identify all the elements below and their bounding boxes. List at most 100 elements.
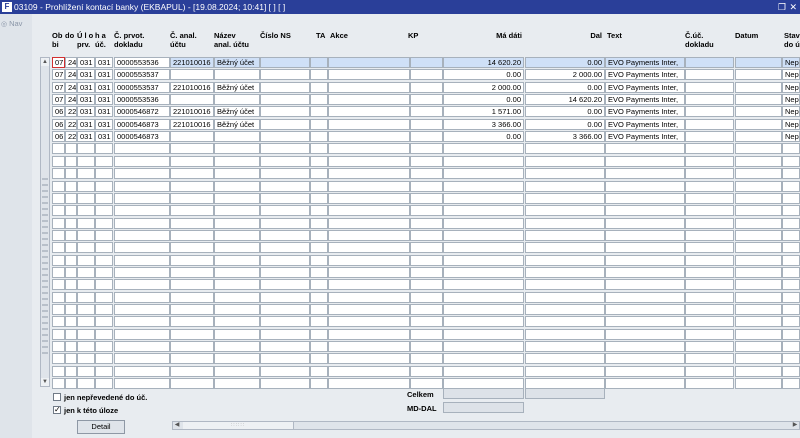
- cell-ta[interactable]: [310, 353, 328, 365]
- cell-akce[interactable]: [328, 106, 410, 118]
- cell-ha[interactable]: [95, 242, 113, 254]
- cell-cprvot[interactable]: [114, 279, 170, 291]
- cell-nazev[interactable]: [214, 180, 260, 192]
- cell-canal[interactable]: [170, 143, 214, 155]
- cell-ta[interactable]: [310, 254, 328, 266]
- cell-ulo[interactable]: [77, 242, 95, 254]
- cell-cislons[interactable]: [260, 378, 310, 390]
- cell-akce[interactable]: [328, 229, 410, 241]
- cell-ob[interactable]: [52, 143, 65, 155]
- cell-madati[interactable]: [443, 254, 524, 266]
- cell-nazev[interactable]: [214, 205, 260, 217]
- cell-do[interactable]: [65, 205, 77, 217]
- cell-cislons[interactable]: [260, 155, 310, 167]
- cell-ha[interactable]: 031: [95, 57, 113, 68]
- cell-ulo[interactable]: [77, 180, 95, 192]
- cell-canal[interactable]: [170, 279, 214, 291]
- cell-kp[interactable]: [410, 192, 443, 204]
- cell-ob[interactable]: [52, 341, 65, 353]
- cell-ob[interactable]: [52, 304, 65, 315]
- cell-do[interactable]: 24: [65, 69, 77, 81]
- cell-madati[interactable]: 3 366.00: [443, 118, 524, 130]
- cell-text[interactable]: [605, 291, 685, 303]
- cell-madati[interactable]: [443, 328, 524, 340]
- cell-nazev[interactable]: [214, 192, 260, 204]
- cell-ta[interactable]: [310, 106, 328, 118]
- cell-datum[interactable]: [735, 328, 782, 340]
- cell-dal[interactable]: [525, 328, 605, 340]
- cell-kp[interactable]: [410, 266, 443, 278]
- cell-ob[interactable]: [52, 254, 65, 266]
- cell-madati[interactable]: [443, 155, 524, 167]
- cell-do[interactable]: [65, 168, 77, 180]
- cell-nazev[interactable]: Běžný účet: [214, 81, 260, 93]
- cell-canal[interactable]: 221010016: [170, 57, 214, 68]
- cell-nazev[interactable]: [214, 378, 260, 390]
- cell-cuc[interactable]: [685, 192, 734, 204]
- cell-akce[interactable]: [328, 304, 410, 315]
- cell-ulo[interactable]: [77, 266, 95, 278]
- cell-stav[interactable]: [782, 168, 800, 180]
- cell-text[interactable]: [605, 304, 685, 315]
- cell-ha[interactable]: [95, 180, 113, 192]
- cell-datum[interactable]: [735, 94, 782, 106]
- cell-stav[interactable]: [782, 254, 800, 266]
- cell-ha[interactable]: 031: [95, 118, 113, 130]
- cell-datum[interactable]: [735, 266, 782, 278]
- cell-cuc[interactable]: [685, 180, 734, 192]
- scroll-thumb[interactable]: ::::::: [183, 422, 294, 429]
- cell-datum[interactable]: [735, 57, 782, 68]
- cell-madati[interactable]: [443, 353, 524, 365]
- cell-cislons[interactable]: [260, 266, 310, 278]
- cell-do[interactable]: [65, 279, 77, 291]
- cell-dal[interactable]: [525, 242, 605, 254]
- cell-madati[interactable]: [443, 192, 524, 204]
- cell-cuc[interactable]: [685, 242, 734, 254]
- cell-stav[interactable]: [782, 353, 800, 365]
- cell-ta[interactable]: [310, 81, 328, 93]
- cell-do[interactable]: [65, 143, 77, 155]
- cell-kp[interactable]: [410, 242, 443, 254]
- cell-nazev[interactable]: [214, 229, 260, 241]
- cell-akce[interactable]: [328, 143, 410, 155]
- cell-nazev[interactable]: [214, 353, 260, 365]
- cell-ha[interactable]: 031: [95, 69, 113, 81]
- cell-datum[interactable]: [735, 81, 782, 93]
- cell-ha[interactable]: [95, 217, 113, 229]
- cell-cprvot[interactable]: [114, 229, 170, 241]
- cell-cprvot[interactable]: [114, 316, 170, 328]
- cell-cislons[interactable]: [260, 291, 310, 303]
- cell-cprvot[interactable]: 0000546873: [114, 118, 170, 130]
- cell-cprvot[interactable]: [114, 192, 170, 204]
- cell-ha[interactable]: [95, 205, 113, 217]
- cell-madati[interactable]: [443, 143, 524, 155]
- cell-datum[interactable]: [735, 69, 782, 81]
- cell-ob[interactable]: [52, 168, 65, 180]
- cell-text[interactable]: EVO Payments Inter,: [605, 81, 685, 93]
- cell-akce[interactable]: [328, 168, 410, 180]
- cell-kp[interactable]: [410, 291, 443, 303]
- cell-dal[interactable]: 2 000.00: [525, 69, 605, 81]
- cell-ulo[interactable]: 031: [77, 131, 95, 143]
- cell-ha[interactable]: [95, 254, 113, 266]
- scroll-down-icon[interactable]: ▼: [41, 378, 49, 386]
- cell-dal[interactable]: 0.00: [525, 106, 605, 118]
- cell-ob[interactable]: 07: [52, 94, 65, 106]
- cell-ta[interactable]: [310, 266, 328, 278]
- cell-dal[interactable]: [525, 341, 605, 353]
- cell-canal[interactable]: [170, 155, 214, 167]
- cell-stav[interactable]: [782, 242, 800, 254]
- cell-ob[interactable]: 07: [52, 57, 65, 68]
- cell-nazev[interactable]: [214, 279, 260, 291]
- cell-ta[interactable]: [310, 118, 328, 130]
- cell-stav[interactable]: Nep: [782, 106, 800, 118]
- cell-madati[interactable]: [443, 229, 524, 241]
- cell-datum[interactable]: [735, 316, 782, 328]
- cell-stav[interactable]: Nep: [782, 57, 800, 68]
- cell-ob[interactable]: [52, 328, 65, 340]
- cell-kp[interactable]: [410, 69, 443, 81]
- cell-ta[interactable]: [310, 304, 328, 315]
- cell-ulo[interactable]: [77, 254, 95, 266]
- cell-kp[interactable]: [410, 316, 443, 328]
- cell-ulo[interactable]: [77, 229, 95, 241]
